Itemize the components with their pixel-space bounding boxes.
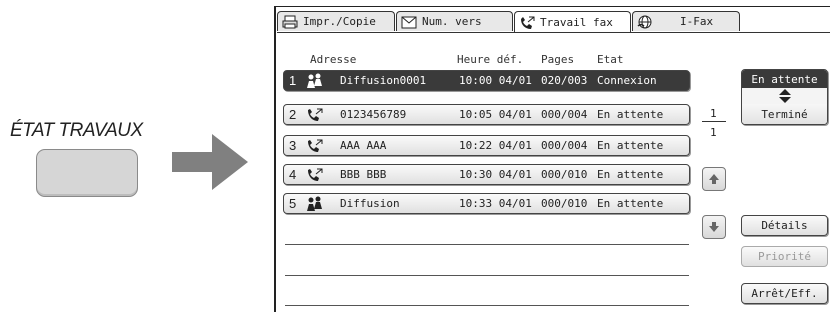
toggle-arrows-icon [742,88,827,104]
job-pages: 000/004 [541,139,588,152]
queue-waiting-option[interactable]: En attente [742,70,827,88]
job-address: Diffusion0001 [340,74,427,87]
printer-icon [282,15,298,29]
job-number: 2 [289,107,297,122]
details-button[interactable]: Détails [741,215,828,236]
globe-icon [637,15,653,29]
job-time: 10:22 04/01 [459,139,532,152]
page-total: 1 [710,126,717,139]
page-current: 1 [710,107,717,120]
job-state: Connexion [597,74,657,87]
job-address: 0123456789 [340,108,407,121]
job-pages: 000/004 [541,108,588,121]
stop-delete-button[interactable]: Arrêt/Eff. [741,283,828,304]
job-row[interactable]: 2 0123456789 10:05 04/01 000/004 En atte… [283,104,690,125]
job-time: 10:05 04/01 [459,108,532,121]
job-number: 3 [289,138,297,153]
empty-row-divider [285,244,689,245]
column-header-address: Adresse [310,53,357,66]
job-status-key-label: ÉTAT TRAVAUX [10,120,143,141]
job-number: 1 [289,73,297,88]
job-time: 10:00 04/01 [459,74,532,87]
empty-row-divider [285,275,689,276]
phone-icon [306,107,324,123]
scan-send-icon [401,15,417,29]
broadcast-icon [306,196,324,212]
job-address: AAA AAA [340,139,387,152]
job-status-key[interactable] [36,149,138,197]
priority-button[interactable]: Priorité [741,246,828,267]
tab-label: Impr./Copie [303,15,376,28]
tab-scan-send[interactable]: Num. vers [396,11,513,31]
job-row[interactable]: 3 AAA AAA 10:22 04/01 000/004 En attente [283,135,690,156]
queue-toggle[interactable]: En attente Terminé [741,69,828,125]
job-pages: 000/010 [541,197,588,210]
job-pages: 000/010 [541,168,588,181]
empty-row-divider [285,305,689,306]
tab-fax-job[interactable]: Travail fax [514,11,631,33]
scroll-up-button[interactable] [702,167,726,191]
job-state: En attente [597,168,664,181]
fax-phone-icon [519,16,535,30]
broadcast-icon [306,73,324,89]
phone-icon [306,167,324,183]
arrow-down-icon [709,222,719,232]
arrow-up-icon [709,174,719,184]
job-time: 10:30 04/01 [459,168,532,181]
column-header-pages: Pages [541,53,575,66]
tab-bar: Impr./Copie Num. vers Travail fax I-Fax [277,11,741,33]
phone-icon [306,138,324,154]
job-time: 10:33 04/01 [459,197,532,210]
tab-ifax[interactable]: I-Fax [632,11,740,31]
job-row[interactable]: 4 BBB BBB 10:30 04/01 000/010 En attente [283,164,690,185]
tab-print-copy[interactable]: Impr./Copie [277,11,395,31]
tab-label: Travail fax [540,16,613,29]
job-address: Diffusion [340,197,400,210]
job-number: 4 [289,167,297,182]
page-divider [702,121,726,122]
tab-label: I-Fax [680,15,714,28]
column-header-state: Etat [597,53,624,66]
job-row[interactable]: 1 Diffusion0001 10:00 04/01 020/003 Conn… [283,70,690,91]
tab-divider [277,32,830,33]
job-pages: 020/003 [541,74,588,87]
job-number: 5 [289,196,297,211]
job-state: En attente [597,108,664,121]
job-state: En attente [597,197,664,210]
job-address: BBB BBB [340,168,387,181]
tab-label: Num. vers [422,15,482,28]
job-row[interactable]: 5 Diffusion 10:33 04/01 000/010 En atten… [283,193,690,214]
column-header-time: Heure déf. [457,53,524,66]
scroll-down-button[interactable] [702,215,726,239]
job-state: En attente [597,139,664,152]
queue-completed-option[interactable]: Terminé [742,104,827,124]
arrow-right-icon [172,134,248,190]
